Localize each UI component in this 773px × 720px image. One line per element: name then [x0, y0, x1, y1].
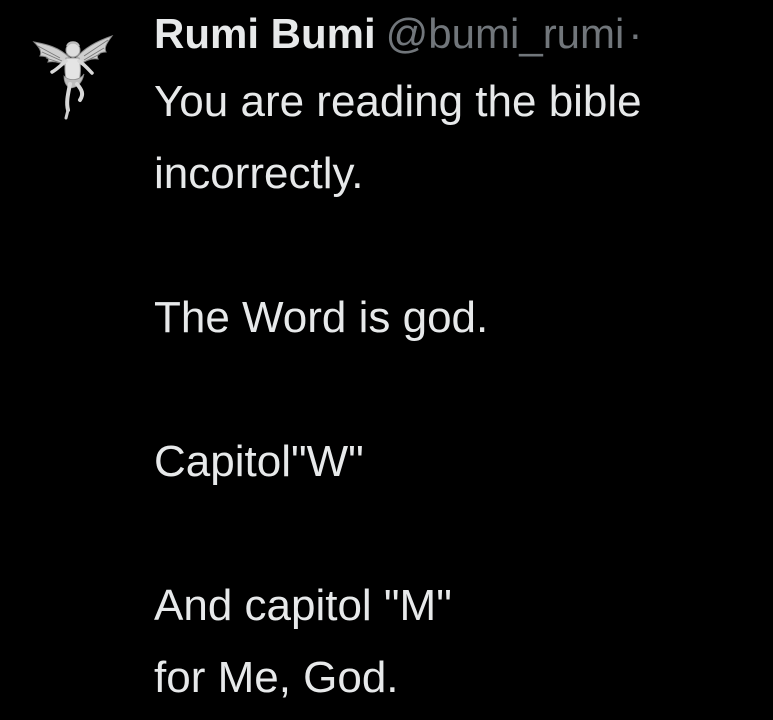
header-separator: · [628, 10, 643, 57]
tweet-line: incorrectly. [154, 149, 364, 198]
tweet-text: You are reading the bible incorrectly. T… [154, 66, 764, 714]
tweet-line: The Word is god. [154, 293, 489, 342]
display-name[interactable]: Rumi Bumi [154, 10, 376, 57]
tweet-header: Rumi Bumi @bumi_rumi· [154, 6, 642, 62]
tweet-line: And capitol "M" [154, 581, 452, 630]
tweet-line: for Me, God. [154, 653, 399, 702]
tweet-container: Rumi Bumi @bumi_rumi· You are reading the… [0, 0, 773, 720]
tweet-line: Capitol"W" [154, 437, 364, 486]
user-handle[interactable]: @bumi_rumi [386, 10, 625, 57]
tweet-line: You are reading the bible [154, 77, 642, 126]
avatar[interactable] [30, 28, 114, 124]
cherub-angel-icon [32, 35, 114, 120]
